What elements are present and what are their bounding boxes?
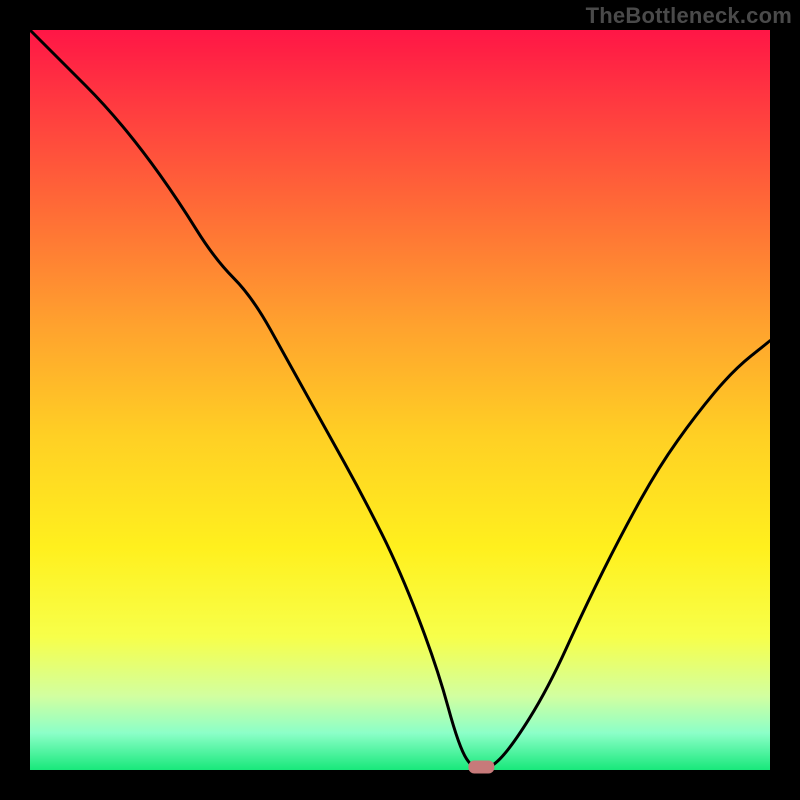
plot-background	[30, 30, 770, 770]
chart-svg	[0, 0, 800, 800]
minimum-marker	[468, 761, 494, 774]
watermark-text: TheBottleneck.com	[586, 3, 792, 29]
chart-root: TheBottleneck.com	[0, 0, 800, 800]
